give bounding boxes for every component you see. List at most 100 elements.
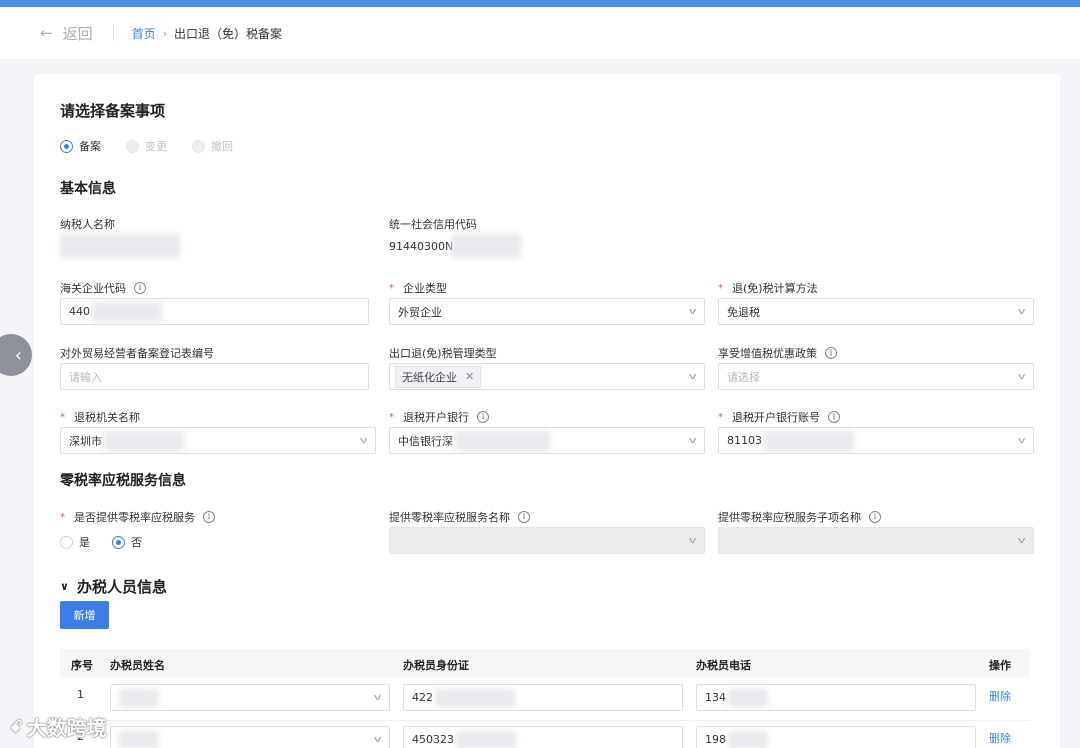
header-divider [112, 25, 114, 41]
radio-label: 是 [79, 536, 90, 549]
service-name-label: 提供零税率应税服务名称 i [389, 509, 530, 525]
mgmt-type-select[interactable]: 无纸化企业 ✕ v [389, 363, 705, 390]
chevron-down-icon: v [688, 536, 697, 546]
authority-label: * 退税机关名称 [60, 411, 140, 424]
info-icon: i [828, 411, 840, 423]
radio-circle [112, 535, 125, 549]
taxpayer-name-label: 纳税人名称 [60, 218, 115, 231]
section-title-basic: 基本信息 [60, 181, 116, 197]
breadcrumb: 首页 › 出口退（免）税备案 [132, 25, 282, 42]
bank-label: * 退税开户银行 i [389, 409, 489, 425]
col-phone: 办税员电话 [696, 659, 751, 672]
chevron-right-icon: › [162, 26, 168, 40]
staff-table-header: 序号 办税员姓名 办税员身份证 办税员电话 操作 [60, 649, 1030, 677]
radio-label: 变更 [145, 140, 167, 153]
row1-delete-link[interactable]: 删除 [989, 688, 1011, 704]
chevron-down-icon: v [1017, 372, 1026, 382]
col-action: 操作 [989, 659, 1011, 672]
sub-service-label: 提供零税率应税服务子项名称 i [718, 509, 881, 525]
radio-circle [192, 139, 205, 153]
col-index: 序号 [71, 659, 93, 672]
row-divider [60, 720, 1030, 721]
collapse-side-button[interactable]: ‹ [0, 334, 32, 376]
bank-select[interactable]: 中信银行深 v [389, 427, 705, 454]
info-icon: i [869, 511, 881, 523]
chevron-down-icon: v [373, 735, 382, 745]
page-header: ← 返回 首页 › 出口退（免）税备案 [0, 7, 1080, 59]
top-accent-bar [0, 0, 1080, 7]
taxpayer-name-value [60, 234, 180, 258]
radio-yes[interactable]: 是 [60, 534, 90, 550]
brand-logo-icon: ꗃ [10, 716, 23, 736]
radio-label: 撤回 [211, 140, 233, 153]
add-staff-button[interactable]: 新增 [60, 601, 109, 629]
provide-service-label: * 是否提供零税率应税服务 i [60, 509, 215, 525]
credit-code-value: 91440300N [389, 234, 522, 258]
customs-code-label: 海关企业代码 i [60, 280, 146, 296]
info-icon: i [518, 511, 530, 523]
customs-code-input[interactable]: 440 [60, 298, 369, 325]
arrow-left-icon: ← [40, 24, 53, 42]
col-id: 办税员身份证 [403, 659, 469, 672]
account-label: * 退税开户银行账号 i [718, 409, 840, 425]
info-icon: i [825, 347, 837, 359]
trade-reg-label: 对外贸易经营者备案登记表编号 [60, 347, 214, 360]
chevron-down-icon: v [1017, 536, 1026, 546]
chevron-down-icon: v [688, 372, 697, 382]
chevron-down-icon: v [1017, 436, 1026, 446]
col-name: 办税员姓名 [110, 659, 165, 672]
watermark: ꗃ 大数跨境 [10, 716, 107, 740]
radio-filing[interactable]: 备案 [60, 138, 101, 154]
radio-label: 备案 [79, 140, 101, 153]
radio-change[interactable]: 变更 [126, 138, 167, 154]
chevron-down-icon: v [373, 693, 382, 703]
trade-reg-input[interactable]: 请输入 [60, 363, 369, 390]
close-icon[interactable]: ✕ [465, 370, 474, 383]
radio-circle [126, 139, 139, 153]
calc-method-label: * 退(免)税计算方法 [718, 282, 818, 295]
radio-no[interactable]: 否 [112, 534, 142, 550]
chevron-down-icon: v [1017, 307, 1026, 317]
back-label: 返回 [62, 24, 93, 43]
row1-id-input[interactable]: 422 [403, 684, 683, 711]
radio-withdraw[interactable]: 撤回 [192, 138, 233, 154]
row2-name-select[interactable]: v [110, 726, 390, 748]
chevron-down-icon: ∨ [60, 580, 69, 593]
calc-method-select[interactable]: 免退税 v [718, 298, 1034, 325]
enterprise-type-select[interactable]: 外贸企业 v [389, 298, 705, 325]
sub-service-select[interactable]: v [718, 527, 1034, 554]
radio-label: 否 [131, 536, 142, 549]
authority-select[interactable]: 深圳市 v [60, 427, 376, 454]
vat-policy-select[interactable]: 请选择 v [718, 363, 1034, 390]
chevron-left-icon: ‹ [14, 344, 22, 366]
chevron-down-icon: v [688, 307, 697, 317]
row1-name-select[interactable]: v [110, 684, 390, 711]
account-select[interactable]: 81103 v [718, 427, 1034, 454]
credit-code-label: 统一社会信用代码 [389, 218, 477, 231]
row2-phone-input[interactable]: 198 [696, 726, 976, 748]
chevron-down-icon: v [359, 436, 368, 446]
staff-section-header[interactable]: ∨ 办税人员信息 [60, 576, 167, 597]
mgmt-type-label: 出口退(免)税管理类型 [389, 347, 497, 360]
info-icon: i [134, 282, 146, 294]
row2-delete-link[interactable]: 删除 [989, 730, 1011, 746]
back-button[interactable]: ← 返回 [40, 23, 93, 44]
chevron-down-icon: v [688, 436, 697, 446]
service-name-select[interactable]: v [389, 527, 705, 554]
section-title-zero-rate: 零税率应税服务信息 [60, 473, 186, 489]
breadcrumb-current: 出口退（免）税备案 [174, 26, 283, 41]
breadcrumb-home[interactable]: 首页 [132, 25, 156, 42]
info-icon: i [477, 411, 489, 423]
section-title-staff: 办税人员信息 [76, 578, 167, 596]
info-icon: i [203, 511, 215, 523]
radio-circle [60, 139, 73, 153]
row1-phone-input[interactable]: 134 [696, 684, 976, 711]
radio-circle [60, 535, 73, 549]
row1-index: 1 [77, 688, 84, 701]
section-title-select: 请选择备案事项 [60, 102, 166, 120]
form-card: 请选择备案事项 备案 变更 撤回 基本信息 纳税人名称 统一社会信用代码 914… [34, 74, 1060, 748]
row2-id-input[interactable]: 450323 [403, 726, 683, 748]
enterprise-type-label: * 企业类型 [389, 282, 447, 295]
vat-policy-label: 享受增值税优惠政策 i [718, 345, 837, 361]
mgmt-type-tag: 无纸化企业 ✕ [395, 365, 482, 388]
